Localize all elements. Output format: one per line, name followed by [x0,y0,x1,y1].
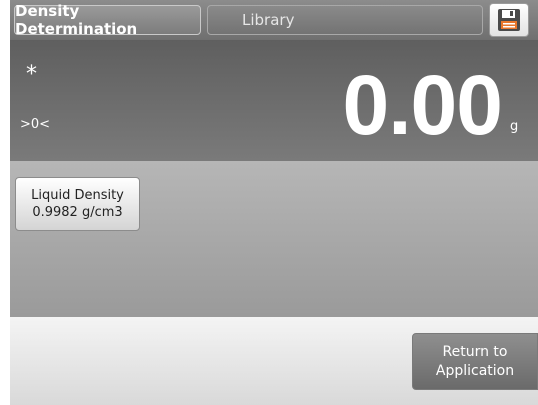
library-tab[interactable]: Library [207,5,483,35]
balance-screen: Density Determination Library * >0< 0.00… [10,0,538,405]
liquid-density-button[interactable]: Liquid Density 0.9982 g/cm3 [15,177,140,231]
return-button-line1: Return to [442,343,508,360]
reference-area: Liquid Density 0.9982 g/cm3 [10,161,538,317]
return-to-application-button[interactable]: Return to Application [412,333,538,390]
liquid-density-value: 0.9982 g/cm3 [32,205,123,220]
liquid-density-label: Liquid Density [31,188,124,203]
footer-bar: Return to Application [10,317,538,405]
save-button[interactable] [489,3,529,37]
top-bar: Density Determination Library [10,0,538,40]
weight-value: 0.00 [342,58,503,152]
stable-indicator: * [26,62,37,87]
center-of-zero-indicator: >0< [20,117,51,132]
weight-display: * >0< 0.00 g [10,40,538,161]
weight-unit: g [510,119,519,134]
application-tab-label: Density Determination [15,2,138,38]
library-tab-label: Library [242,11,295,29]
floppy-disk-icon [498,9,520,31]
application-tab[interactable]: Density Determination [14,2,201,38]
return-button-line2: Application [435,362,515,379]
